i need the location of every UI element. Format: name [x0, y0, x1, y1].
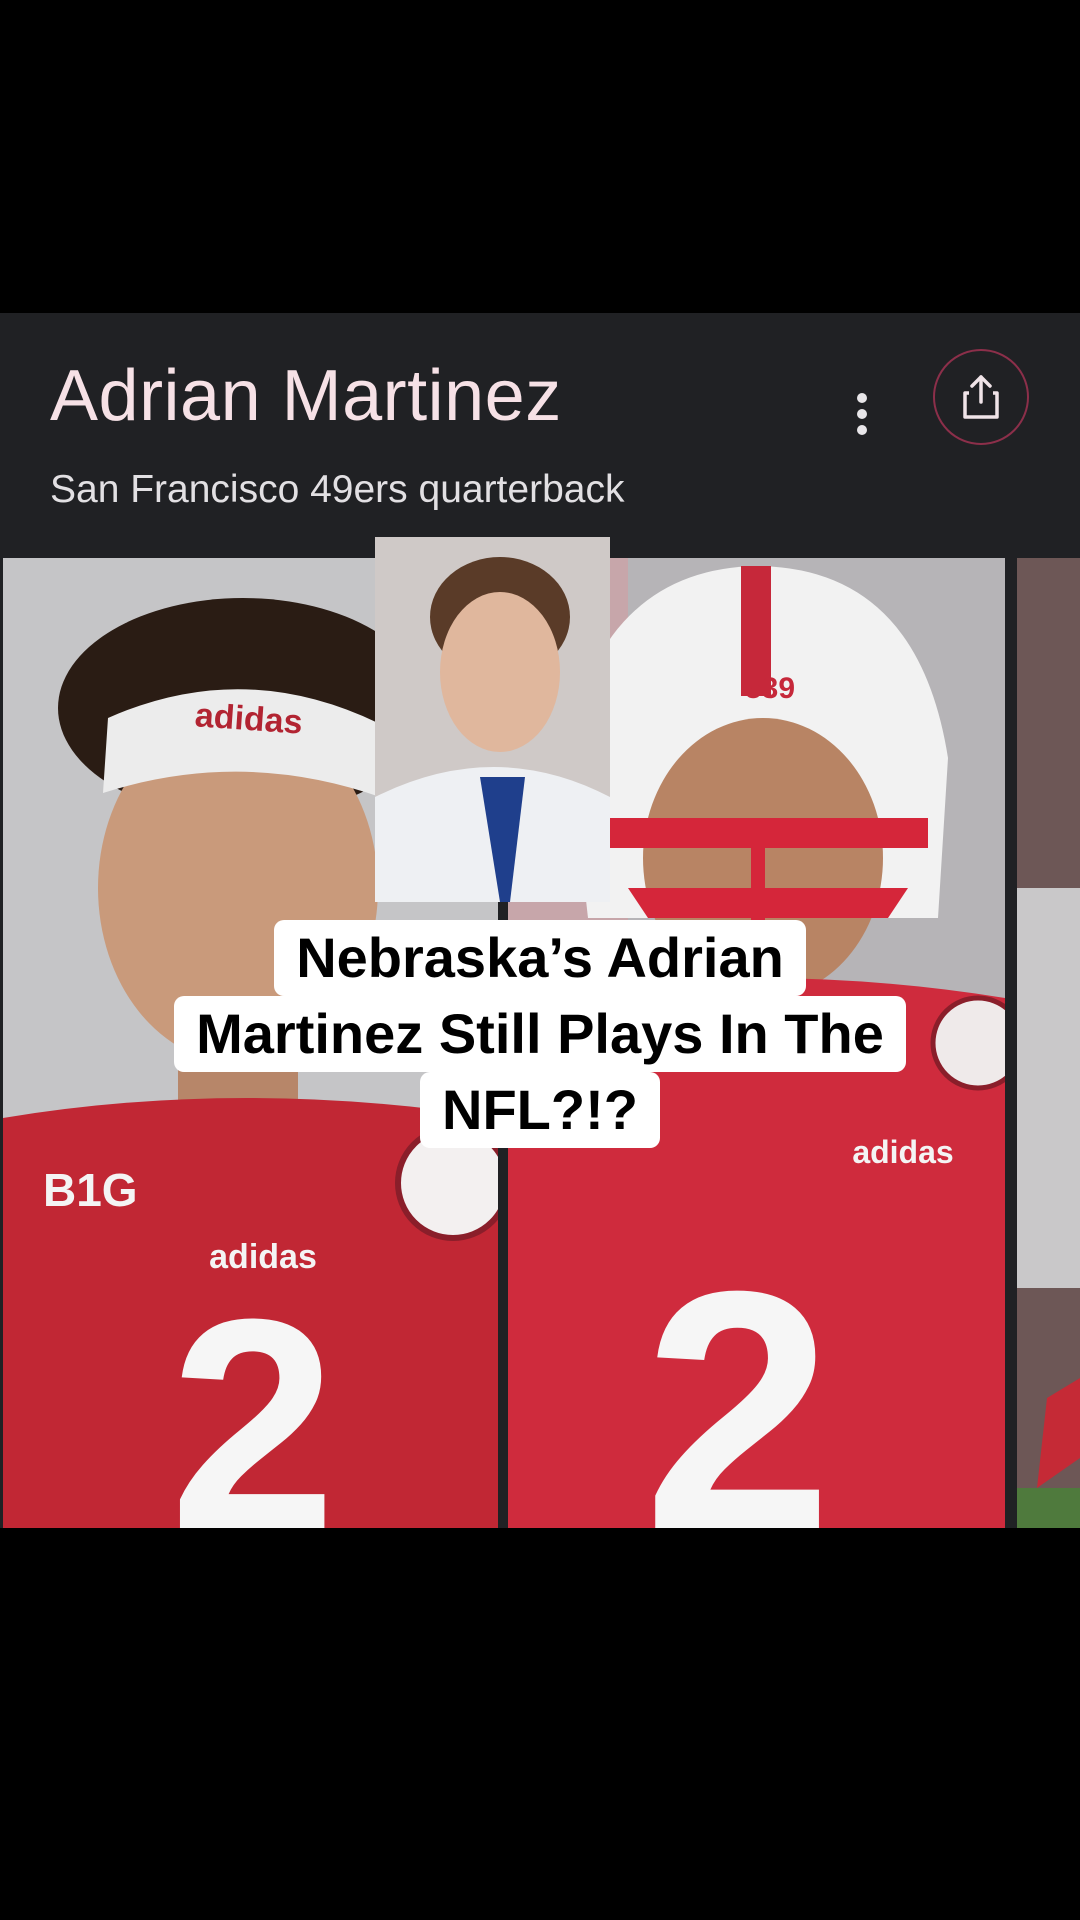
svg-text:B1G: B1G [43, 1164, 138, 1216]
panel-title: Adrian Martinez [50, 356, 562, 436]
share-button[interactable] [933, 349, 1029, 445]
share-icon [963, 375, 999, 419]
caption-line-3: NFL?!? [420, 1072, 660, 1148]
svg-text:2: 2 [643, 1221, 832, 1528]
creator-avatar-icon [375, 537, 610, 902]
caption-line-2: Martinez Still Plays In The [174, 996, 906, 1072]
svg-text:2: 2 [170, 1256, 337, 1528]
caption-line-1: Nebraska’s Adrian [274, 920, 806, 996]
svg-text:adidas: adidas [194, 696, 304, 741]
panel-subtitle: San Francisco 49ers quarterback [50, 468, 625, 511]
more-vert-icon [857, 393, 867, 435]
svg-text:539: 539 [745, 672, 795, 705]
video-frame: Adrian Martinez San Francisco 49ers quar… [0, 0, 1080, 1920]
more-options-button[interactable] [840, 379, 884, 449]
creator-pip [375, 537, 610, 902]
video-caption: Nebraska’s Adrian Martinez Still Plays I… [0, 920, 1080, 1148]
